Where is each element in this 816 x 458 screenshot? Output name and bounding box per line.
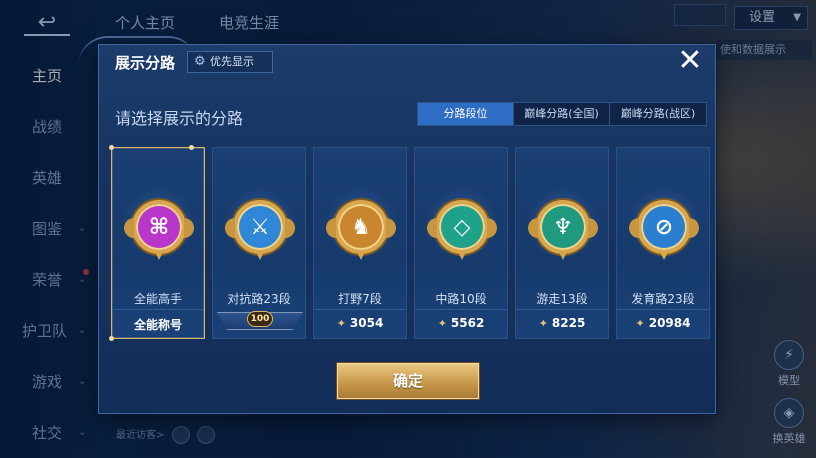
clash-lane-badge-icon: ⚔ [225,200,295,260]
lane-card-score: ✦ 5562 [437,316,485,330]
card-divider [617,309,709,310]
corner-dot [109,145,114,150]
gear-icon: ⚙ [194,54,206,69]
peak-level-badge: 100 [247,311,273,327]
priority-display-label: 优先显示 [210,55,254,68]
dialog-title: 展示分路 [115,54,176,72]
priority-display-button[interactable]: ⚙ 优先显示 [187,51,273,73]
lane-card-label: 发育路23段 [631,292,695,306]
lane-card-label: 游走13段 [536,292,588,306]
tab-peak-lane-region[interactable]: 巅峰分路(战区) [610,103,706,125]
jungle-badge-icon: ♞ [326,200,396,260]
score-icon: ✦ [437,317,447,330]
segment-control: 分路段位 巅峰分路(全国) 巅峰分路(战区) [417,102,707,126]
lane-card-foot: 全能称号 [133,318,182,332]
lane-card-mid[interactable]: ◇ 中路10段 ✦ 5562 [414,147,508,339]
close-icon[interactable]: ✕ [675,46,705,77]
tab-lane-rank[interactable]: 分路段位 [418,103,514,125]
card-divider [314,309,406,310]
card-divider [415,309,507,310]
corner-dot [189,145,194,150]
dialog-subtitle: 请选择展示的分路 [115,109,244,128]
lane-card-all-round[interactable]: ⌘ 全能高手 全能称号 [109,145,205,341]
lane-card-clash[interactable]: ⚔ 对抗路23段 100 [212,147,306,339]
lane-card-label: 对抗路23段 [227,292,291,306]
confirm-button[interactable]: 确定 [337,363,479,399]
score-icon: ✦ [538,317,548,330]
lane-card-score: ✦ 8225 [538,316,586,330]
score-icon: ✦ [635,317,645,330]
tab-peak-lane-national[interactable]: 巅峰分路(全国) [514,103,610,125]
lane-card-label: 全能高手 [133,292,182,306]
lane-display-dialog: 展示分路 ⚙ 优先显示 ✕ 请选择展示的分路 分路段位 巅峰分路(全国) 巅峰分… [98,44,716,414]
mid-lane-badge-icon: ◇ [427,200,497,260]
card-divider [516,309,608,310]
lane-card-label: 打野7段 [338,292,382,306]
lane-card-jungle[interactable]: ♞ 打野7段 ✦ 3054 [313,147,407,339]
farm-lane-badge-icon: ⊘ [629,200,699,260]
roam-badge-icon: ♆ [528,200,598,260]
lane-card-score: ✦ 3054 [336,316,384,330]
all-round-badge-icon: ⌘ [124,200,194,260]
lane-card-label: 中路10段 [435,292,487,306]
lane-card-roam[interactable]: ♆ 游走13段 ✦ 8225 [515,147,609,339]
lane-card-farm[interactable]: ⊘ 发育路23段 ✦ 20984 [616,147,710,339]
corner-dot [109,336,114,341]
card-divider [112,309,204,310]
score-icon: ✦ [336,317,346,330]
lane-card-score: ✦ 20984 [635,316,691,330]
